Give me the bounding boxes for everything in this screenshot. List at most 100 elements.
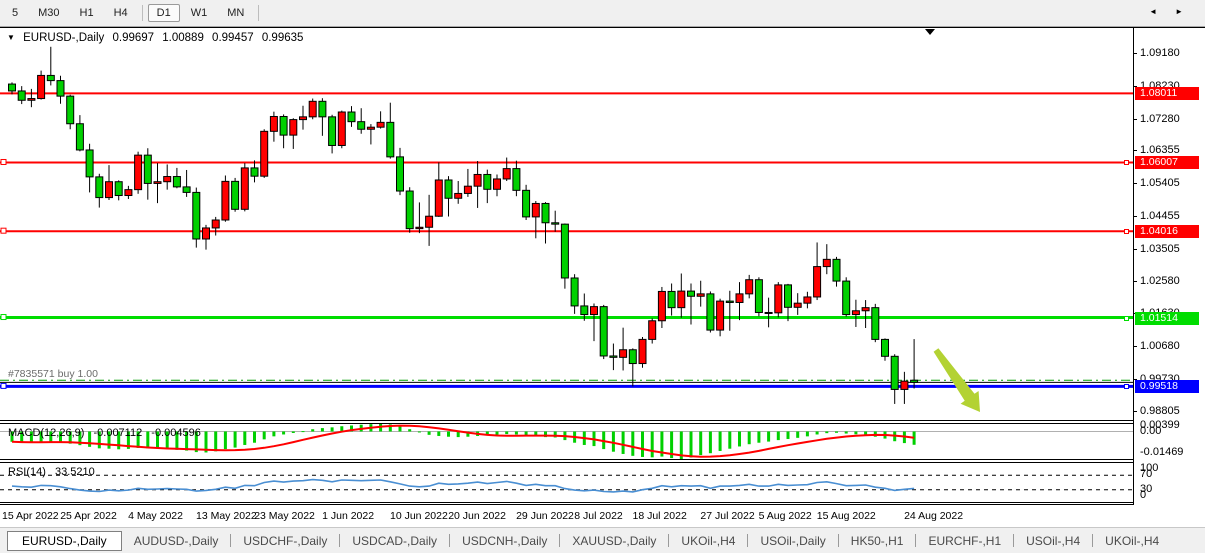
price-tag-0.99518[interactable]: 0.99518 [1135,380,1199,393]
toolbar-separator [142,5,143,21]
candle-body [891,356,898,389]
macd-bar [214,431,217,451]
macd-bar [806,431,809,436]
chart-tab-hk50-h1[interactable]: HK50-,H1 [839,532,916,550]
price-tick-label: 1.03505 [1140,243,1180,255]
chart-tab-eurusd-daily[interactable]: EURUSD-,Daily [7,531,122,551]
candle-body [639,339,646,363]
candle-body [542,203,549,222]
chart-tab-ukoil-h4[interactable]: UKOil-,H4 [669,532,747,550]
timeframe-button-w1[interactable]: W1 [182,4,217,22]
tab-scroll-left-icon[interactable]: ◄ [1149,7,1175,16]
mt4-chart-window: { "toolbar": { "buttons": [ {"label":"5"… [0,0,1205,553]
chart-dropdown-icon: ▼ [7,33,15,42]
candle-body [57,81,64,97]
price-tick-mark [1133,119,1137,120]
candle-body [406,191,413,229]
date-label: 4 May 2022 [128,510,183,522]
candle-body [552,223,559,224]
tab-scroll-arrows[interactable]: ◄► [1149,6,1201,16]
timeframe-button-mn[interactable]: MN [218,4,253,22]
candle-body [261,131,268,176]
chart-tab-usdcad-daily[interactable]: USDCAD-,Daily [340,532,449,550]
candle-body [86,150,93,177]
line-left-handle[interactable] [1,159,6,164]
candle-body [775,285,782,313]
candle-body [688,291,695,296]
price-axis: 1.091801.082301.072801.063551.054051.044… [1134,28,1205,505]
quote-open: 0.99697 [112,32,154,44]
price-tag-1.01514[interactable]: 1.01514 [1135,312,1199,325]
chart-tab-bar: EURUSD-,DailyAUDUSD-,DailyUSDCHF-,DailyU… [0,527,1205,553]
candle-body [901,381,908,389]
macd-bar [728,431,731,448]
timeframe-button-h1[interactable]: H1 [71,4,103,22]
candle-body [561,224,568,278]
price-tag-1.04016[interactable]: 1.04016 [1135,225,1199,238]
candle-body [862,308,869,311]
candle-body [610,356,617,357]
chart-tab-usdchf-daily[interactable]: USDCHF-,Daily [231,532,339,550]
timeframe-button-m30[interactable]: M30 [29,4,68,22]
date-label: 18 Jul 2022 [633,510,687,522]
price-tag-1.08011[interactable]: 1.08011 [1135,87,1199,100]
timeframe-button-d1[interactable]: D1 [148,4,180,22]
price-tick-mark [1133,411,1137,412]
macd-separator-border-1 [0,420,1205,421]
macd-bar [641,431,644,456]
chart-tab-usdcnh-daily[interactable]: USDCNH-,Daily [450,532,559,550]
candle-body [300,117,307,120]
date-label: 15 Apr 2022 [2,510,59,522]
candle-body [397,157,404,191]
line-right-handle[interactable] [1124,160,1129,165]
candle-body [241,168,248,209]
macd-bar [825,431,828,433]
candle-body [658,291,665,320]
timeframe-button-5[interactable]: 5 [3,4,27,22]
candle-body [348,112,355,122]
chart-tab-audusd-daily[interactable]: AUDUSD-,Daily [122,532,231,550]
macd-bar [854,431,857,434]
candle-body [736,294,743,303]
chart-tab-eurchf-h1[interactable]: EURCHF-,H1 [916,532,1013,550]
macd-bar [690,431,693,457]
line-left-handle[interactable] [1,383,6,388]
candle-body [503,169,510,179]
chart-tab-usoil-daily[interactable]: USOil-,Daily [748,532,837,550]
chart-tab-xauusd-daily[interactable]: XAUUSD-,Daily [560,532,668,550]
date-label: 27 Jul 2022 [700,510,754,522]
candle-body [290,120,297,136]
date-axis-border-2 [0,504,1205,505]
candle-body [765,312,772,313]
chart-tab-usoil-h4[interactable]: USOil-,H4 [1014,532,1092,550]
candle-body [154,182,161,184]
candle-body [309,101,316,117]
macd-bar [331,427,334,431]
line-left-handle[interactable] [1,228,6,233]
timeframe-toolbar: 5M30H1H4 D1W1MN [0,0,1205,27]
timeframe-button-h4[interactable]: H4 [105,4,137,22]
candle-body [203,228,210,239]
line-right-handle[interactable] [1124,316,1129,321]
chart-tab-ukoil-h4[interactable]: UKOil-,H4 [1093,532,1171,550]
quote-close: 0.99635 [262,32,304,44]
line-right-handle[interactable] [1124,384,1129,389]
candle-body [882,339,889,356]
line-right-handle[interactable] [1124,229,1129,234]
macd-bar [292,431,295,432]
macd-bar [253,431,256,442]
candle-body [794,303,801,307]
price-tag-1.06007[interactable]: 1.06007 [1135,156,1199,169]
candle-body [746,280,753,294]
rsi-indicator-panel [0,463,1133,502]
macd-bar [272,431,275,436]
date-label: 20 Jun 2022 [448,510,506,522]
candle-body [833,259,840,281]
macd-name: MACD(12,26,9) [8,427,84,439]
macd-bar [612,431,615,451]
rsi-axis-label: 70 [1140,468,1152,480]
macd-axis-label: 0.00 [1140,425,1161,437]
line-left-handle[interactable] [1,315,6,320]
tab-scroll-right-icon[interactable]: ► [1175,7,1201,16]
macd-signal-value: -0.004596 [151,427,201,439]
